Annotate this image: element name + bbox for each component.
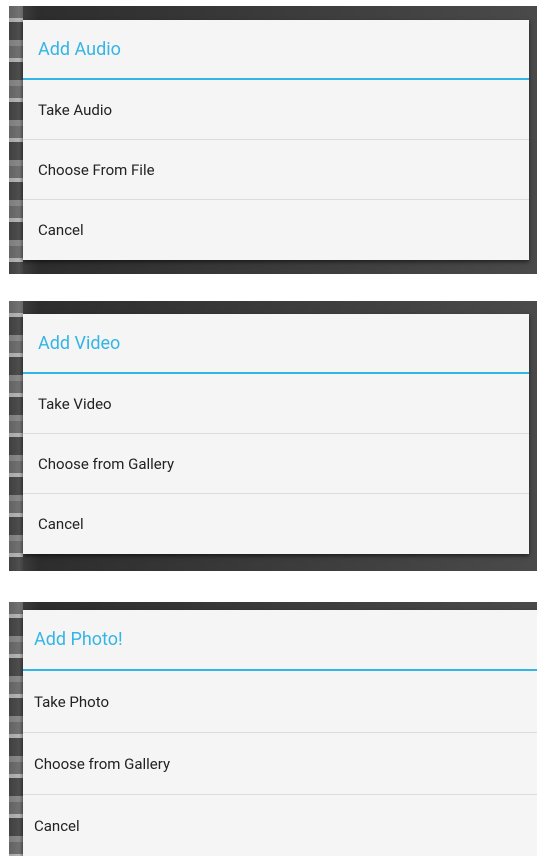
video-screenshot-panel: Add Video Take Video Choose from Gallery… [9,301,537,571]
cancel-option[interactable]: Cancel [23,200,529,260]
take-photo-option[interactable]: Take Photo [23,671,537,733]
choose-from-gallery-option[interactable]: Choose from Gallery [23,434,529,494]
audio-screenshot-panel: Add Audio Take Audio Choose From File Ca… [9,6,537,274]
choose-from-gallery-option[interactable]: Choose from Gallery [23,733,537,795]
dialog-title: Add Audio [23,20,529,80]
choose-from-file-option[interactable]: Choose From File [23,140,529,200]
cancel-option[interactable]: Cancel [23,795,537,856]
photo-screenshot-panel: Add Photo! Take Photo Choose from Galler… [9,602,537,856]
take-audio-option[interactable]: Take Audio [23,80,529,140]
cancel-option[interactable]: Cancel [23,494,529,554]
add-photo-dialog: Add Photo! Take Photo Choose from Galler… [23,610,537,856]
add-audio-dialog: Add Audio Take Audio Choose From File Ca… [23,20,529,260]
dialog-title: Add Photo! [23,610,537,671]
add-video-dialog: Add Video Take Video Choose from Gallery… [23,314,529,554]
dialog-title: Add Video [23,314,529,374]
take-video-option[interactable]: Take Video [23,374,529,434]
